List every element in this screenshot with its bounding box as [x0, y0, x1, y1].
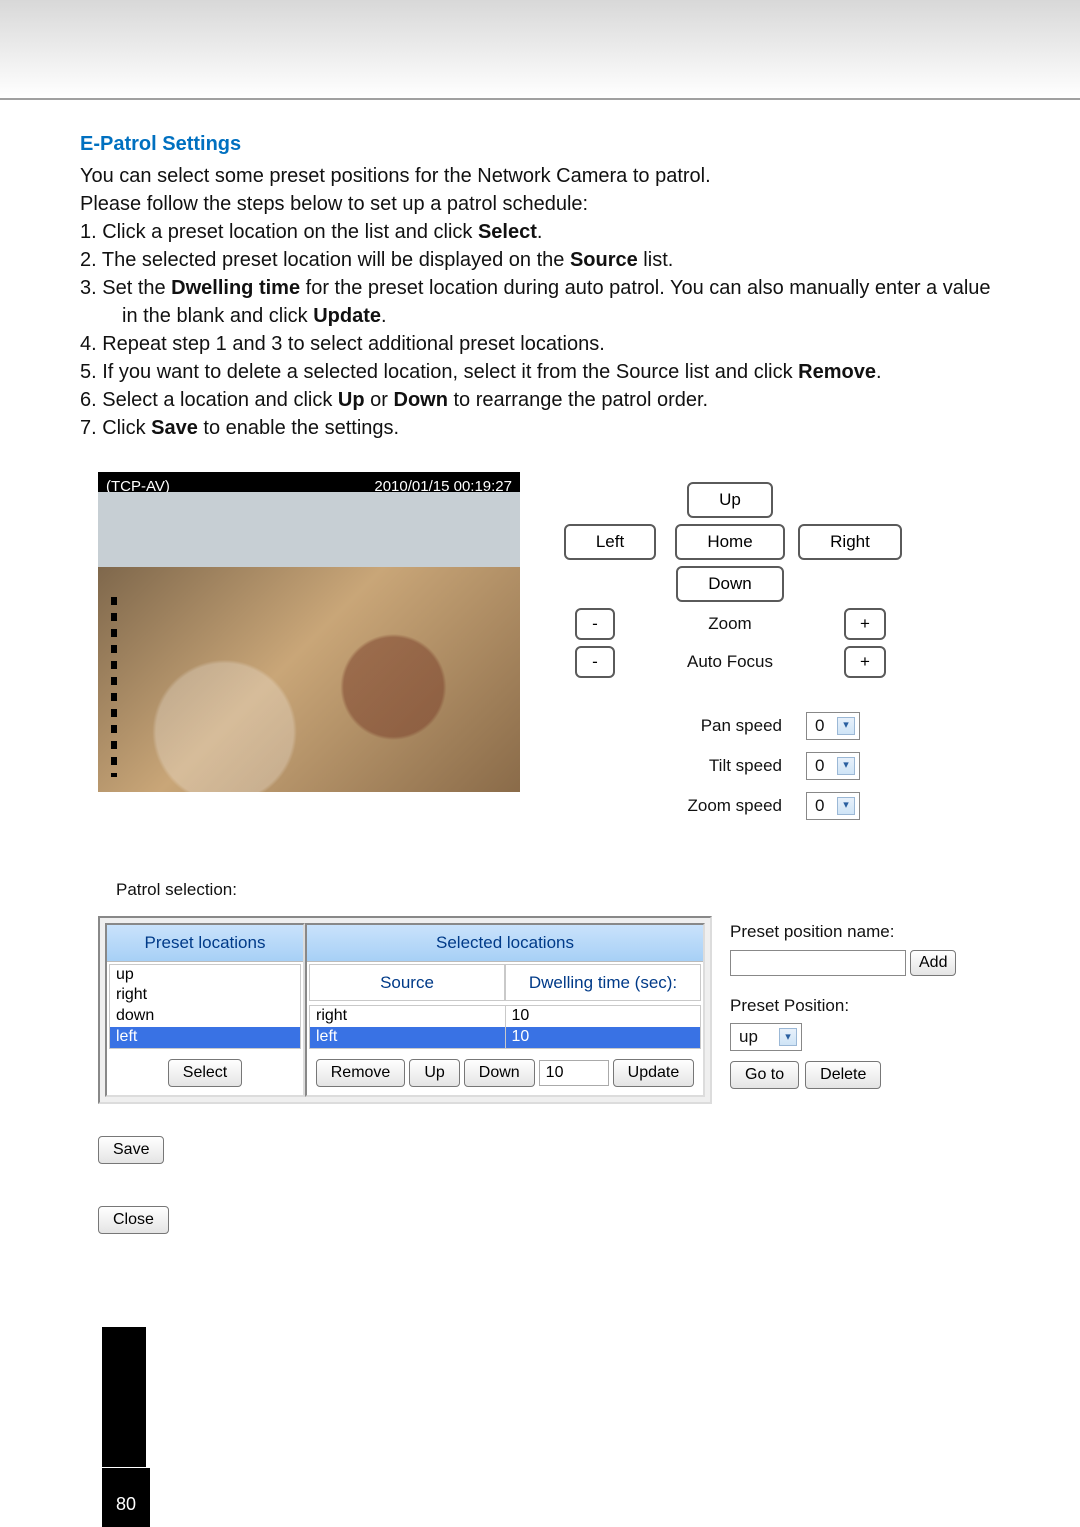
focus-minus-button[interactable]: -: [575, 646, 615, 678]
list-item[interactable]: down: [110, 1006, 300, 1027]
move-up-button[interactable]: Up: [409, 1059, 459, 1087]
preset-locations-header: Preset locations: [107, 925, 303, 962]
goto-button[interactable]: Go to: [730, 1061, 799, 1089]
dwell-input[interactable]: [539, 1060, 609, 1086]
list-item[interactable]: up: [110, 965, 300, 986]
step-5: 5. If you want to delete a selected loca…: [80, 358, 1010, 386]
dwell-list[interactable]: 10 10: [506, 1006, 701, 1048]
autofocus-label: Auto Focus: [640, 650, 820, 674]
zoom-speed-select[interactable]: 0▾: [806, 792, 860, 820]
step-4: 4. Repeat step 1 and 3 to select additio…: [80, 330, 1010, 358]
preset-position-column: Preset position name: Add Preset Positio…: [730, 916, 950, 1090]
list-item[interactable]: left: [110, 1027, 300, 1048]
step-7: 7. Click Save to enable the settings.: [80, 414, 1010, 442]
zoom-plus-button[interactable]: +: [844, 608, 886, 640]
source-list[interactable]: right left: [310, 1006, 506, 1048]
list-item[interactable]: 10: [506, 1006, 701, 1027]
step-1: 1. Click a preset location on the list a…: [80, 218, 1010, 246]
save-button[interactable]: Save: [98, 1136, 164, 1164]
page-number: 80: [102, 1468, 150, 1527]
move-down-button[interactable]: Down: [464, 1059, 535, 1087]
chevron-down-icon: ▾: [837, 797, 855, 815]
intro-line-2: Please follow the steps below to set up …: [80, 190, 1010, 218]
preset-locations-column: Preset locations up right down left Sele…: [105, 923, 305, 1097]
list-item[interactable]: right: [310, 1006, 505, 1027]
step-6: 6. Select a location and click Up or Dow…: [80, 386, 1010, 414]
chevron-down-icon: ▾: [779, 1028, 797, 1046]
step-3: 3. Set the Dwelling time for the preset …: [80, 274, 1010, 302]
pan-speed-select[interactable]: 0▾: [806, 712, 860, 740]
patrol-selection-label: Patrol selection:: [116, 878, 1010, 902]
ptz-right-button[interactable]: Right: [798, 524, 902, 560]
chevron-down-icon: ▾: [837, 757, 855, 775]
focus-plus-button[interactable]: +: [844, 646, 886, 678]
source-header: Source: [309, 964, 505, 1002]
camera-image: [98, 492, 520, 792]
list-item[interactable]: right: [110, 985, 300, 1006]
dwell-header: Dwelling time (sec):: [505, 964, 701, 1002]
step-2: 2. The selected preset location will be …: [80, 246, 1010, 274]
ptz-down-button[interactable]: Down: [676, 566, 783, 602]
ptz-home-button[interactable]: Home: [675, 524, 784, 560]
intro-line-1: You can select some preset positions for…: [80, 162, 1010, 190]
select-button[interactable]: Select: [168, 1059, 242, 1087]
zoom-minus-button[interactable]: -: [575, 608, 615, 640]
ptz-up-button[interactable]: Up: [687, 482, 773, 518]
ptz-panel: Up Left Home Right Down - Zoom +: [550, 472, 910, 826]
preset-position-select[interactable]: up▾: [730, 1023, 802, 1051]
list-item[interactable]: 10: [506, 1027, 701, 1048]
close-button[interactable]: Close: [98, 1206, 169, 1234]
selected-locations-header: Selected locations: [307, 925, 703, 962]
chevron-down-icon: ▾: [837, 717, 855, 735]
tilt-speed-select[interactable]: 0▾: [806, 752, 860, 780]
delete-button[interactable]: Delete: [805, 1061, 881, 1089]
ptz-left-button[interactable]: Left: [564, 524, 656, 560]
add-button[interactable]: Add: [910, 950, 956, 976]
tilt-speed-label: Tilt speed: [622, 754, 782, 778]
header-band: [0, 0, 1080, 100]
selected-locations-column: Selected locations Source Dwelling time …: [305, 923, 705, 1097]
section-title: E-Patrol Settings: [80, 130, 1010, 158]
zoom-label: Zoom: [640, 612, 820, 636]
update-button[interactable]: Update: [613, 1059, 695, 1087]
preset-locations-list[interactable]: up right down left: [109, 964, 301, 1049]
remove-button[interactable]: Remove: [316, 1059, 406, 1087]
zoom-speed-label: Zoom speed: [622, 794, 782, 818]
side-tab: [102, 1327, 146, 1467]
pan-speed-label: Pan speed: [622, 714, 782, 738]
preset-position-label: Preset Position:: [730, 994, 950, 1018]
list-item[interactable]: left: [310, 1027, 505, 1048]
step-3-cont: in the blank and click Update.: [80, 302, 1010, 330]
preset-position-name-input[interactable]: [730, 950, 906, 976]
patrol-panel: Preset locations up right down left Sele…: [98, 916, 712, 1104]
camera-preview: (TCP-AV) 2010/01/15 00:19:27: [98, 472, 520, 792]
preset-position-name-label: Preset position name:: [730, 920, 950, 944]
